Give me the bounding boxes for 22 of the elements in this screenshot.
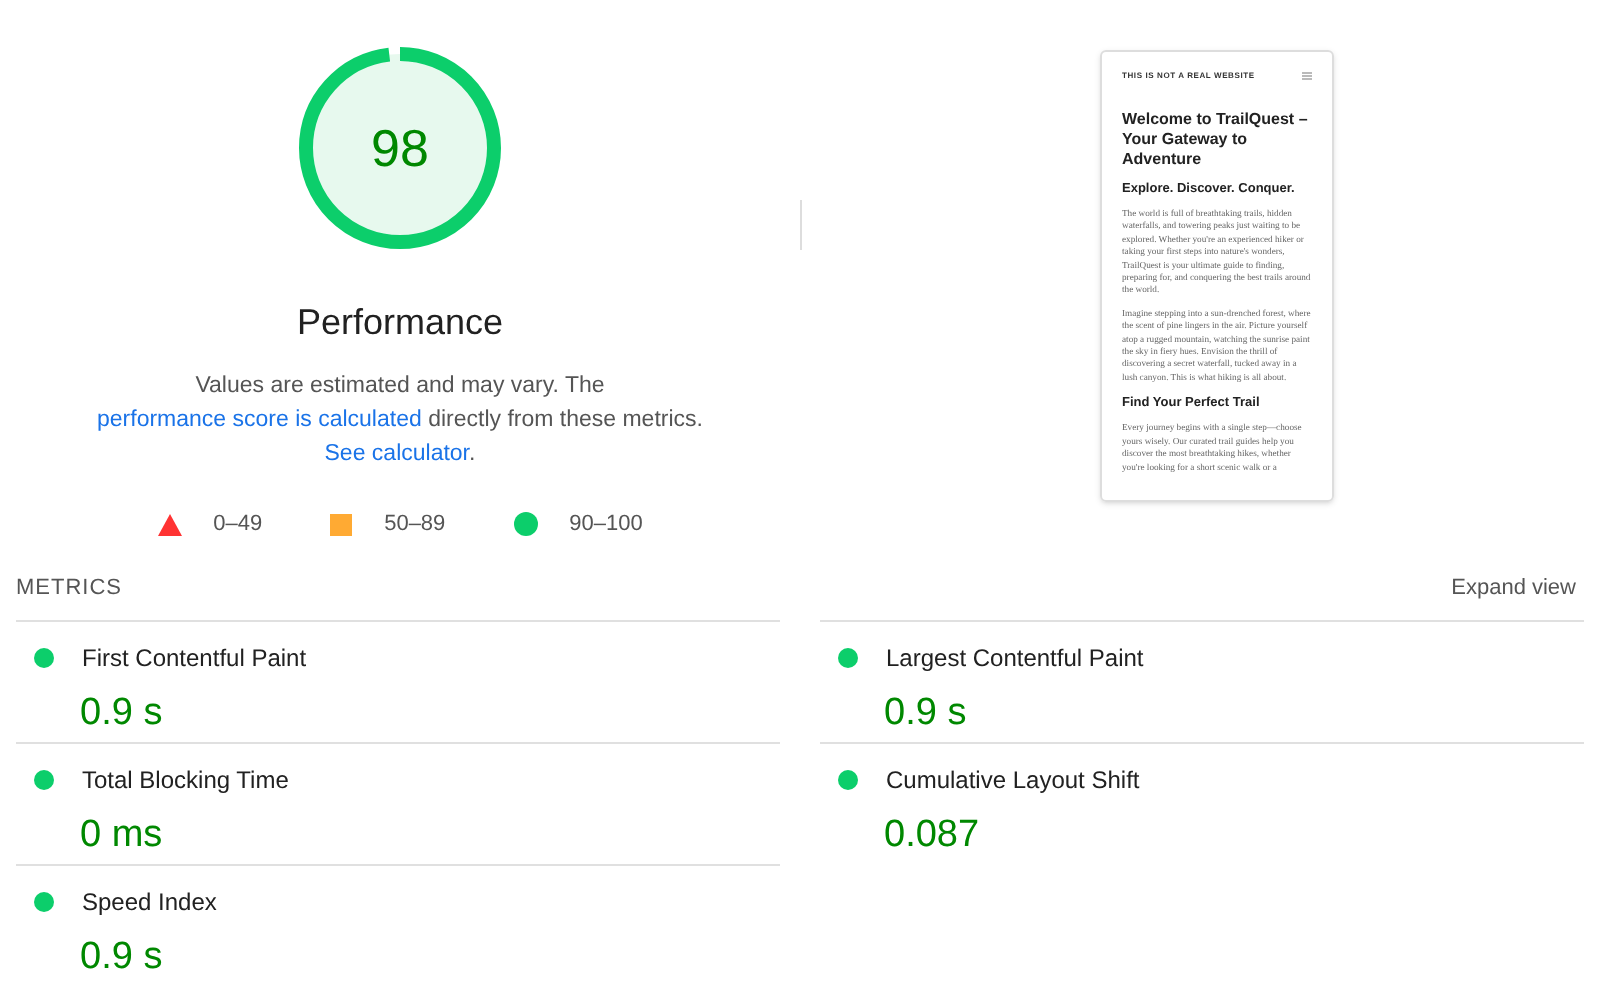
section-title: METRICS <box>16 573 122 604</box>
metric-name: Largest Contentful Paint <box>886 642 1144 676</box>
metric-value: 0.9 s <box>78 690 165 738</box>
metric-name: Cumulative Layout Shift <box>886 764 1140 798</box>
metric-name: Total Blocking Time <box>82 764 289 798</box>
metric-name: Speed Index <box>82 886 217 920</box>
legend-range: 0–49 <box>213 510 263 540</box>
metric-name: First Contentful Paint <box>82 642 307 676</box>
score-value: 98 <box>371 115 429 181</box>
expand-view-button[interactable]: Expand view <box>1451 571 1584 605</box>
metric-value: 0.9 s <box>78 934 165 982</box>
metric-value: 0.087 <box>882 812 982 860</box>
metric-value: 0 ms <box>78 812 165 860</box>
link[interactable]: See calculator <box>324 442 470 466</box>
page-heading: Welcome to TrailQuest – Your Gateway to Adventure <box>1122 110 1310 170</box>
category-title: Performance <box>296 300 504 346</box>
score-description: Values are estimated and may vary. The performance score is calculated directly from these metrics. See calculator. <box>95 372 705 470</box>
metric-value: 0.9 s <box>882 690 969 738</box>
menu-icon[interactable] <box>1302 72 1312 80</box>
link[interactable]: performance score is calculated <box>97 408 422 432</box>
legend-range: 50–89 <box>384 510 446 540</box>
legend-range: 90–100 <box>569 510 643 540</box>
